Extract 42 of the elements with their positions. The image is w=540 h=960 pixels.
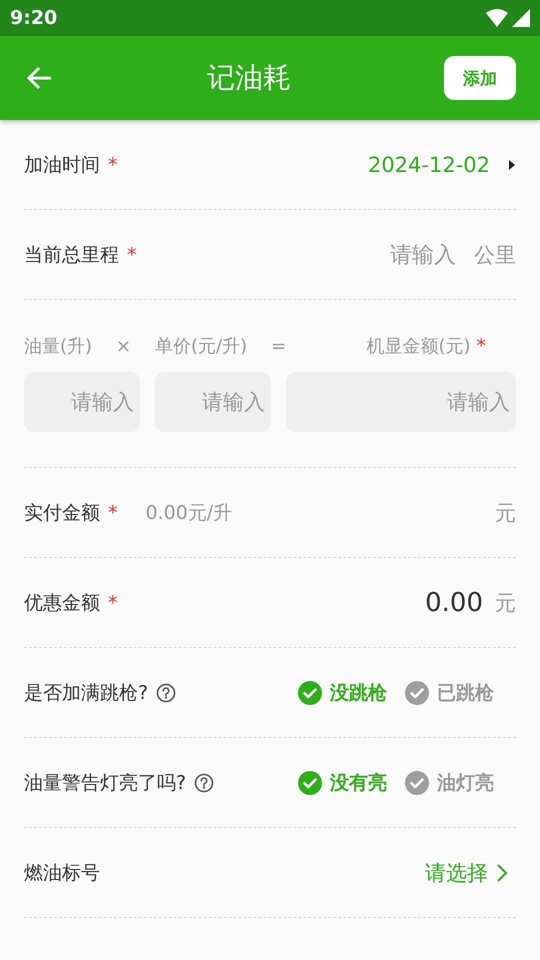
- field-label: 优惠金额: [24, 590, 100, 616]
- back-arrow-icon[interactable]: [26, 64, 54, 92]
- option-label[interactable]: 没跳枪: [330, 680, 387, 706]
- operator-sign: =: [271, 336, 286, 356]
- field-label: 是否加满跳枪?: [24, 680, 148, 706]
- input-field[interactable]: 请输入: [155, 372, 271, 432]
- caret-icon: [508, 158, 516, 170]
- unit-price-text: 0.00元/升: [146, 500, 232, 526]
- help-icon[interactable]: [156, 682, 176, 702]
- required-mark: *: [108, 502, 118, 524]
- add-button[interactable]: 添加: [444, 56, 516, 100]
- field-label: 油量警告灯亮了吗?: [24, 770, 186, 796]
- input-field[interactable]: 请输入: [390, 240, 456, 270]
- option-label[interactable]: 没有亮: [330, 770, 387, 796]
- field-label: 当前总里程: [24, 242, 119, 268]
- input-field[interactable]: 请输入: [286, 372, 516, 432]
- field-label: 油量(升): [24, 335, 92, 358]
- required-mark: *: [476, 335, 486, 357]
- input-field[interactable]: 请输入: [24, 372, 140, 432]
- field-label: 燃油标号: [24, 860, 100, 886]
- unit-label: 公里: [474, 242, 516, 268]
- help-icon[interactable]: [194, 772, 214, 792]
- field-label: 实付金额: [24, 500, 100, 526]
- amount-value[interactable]: 0.00: [425, 588, 483, 618]
- field-label: 单价(元/升): [155, 335, 248, 358]
- date-value[interactable]: 2024-12-02: [368, 152, 490, 176]
- unit-label: 元: [495, 590, 516, 616]
- field-label: 加油时间: [24, 152, 100, 178]
- unit-label: 元: [495, 500, 516, 526]
- wifi-icon: [486, 9, 508, 27]
- required-mark: *: [108, 592, 118, 614]
- option-label[interactable]: 油灯亮: [437, 770, 494, 796]
- option-label[interactable]: 已跳枪: [437, 680, 494, 706]
- required-mark: *: [127, 244, 136, 266]
- required-mark: *: [108, 154, 118, 176]
- field-label: 机显金额(元): [366, 335, 470, 358]
- page-title: 记油耗: [206, 60, 292, 96]
- chevron-icon: [496, 862, 508, 882]
- status-time: 9:20: [10, 7, 58, 29]
- operator-sign: ×: [116, 336, 132, 356]
- signal-icon: [512, 9, 530, 27]
- select-link[interactable]: 请选择: [425, 858, 488, 886]
